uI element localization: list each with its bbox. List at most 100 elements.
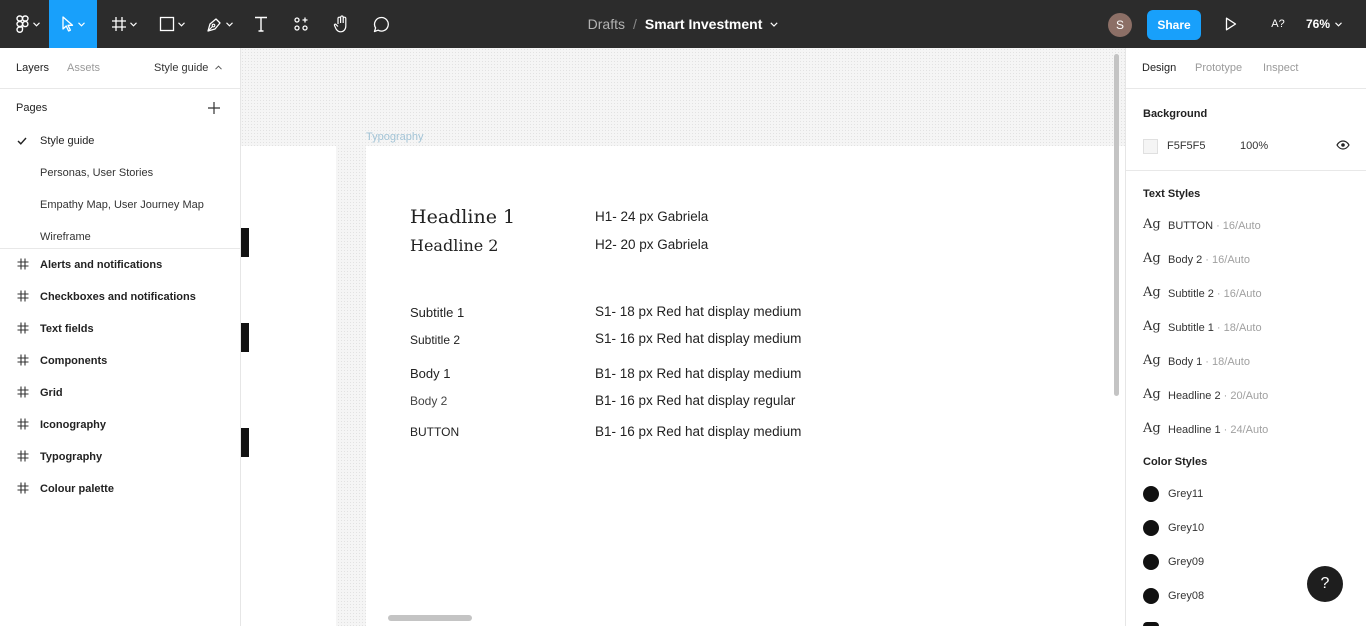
tab-inspect[interactable]: Inspect xyxy=(1263,62,1298,74)
frame-shape xyxy=(241,428,249,457)
text-style-name: Subtitle 1 xyxy=(1168,322,1214,334)
text-style-icon: Ag xyxy=(1143,285,1161,300)
right-panel: Design Prototype Inspect Background F5F5… xyxy=(1125,48,1366,626)
zoom-level: 76% xyxy=(1306,17,1331,31)
layer-label: Alerts and notifications xyxy=(40,259,163,271)
color-swatch xyxy=(1143,486,1159,502)
frame-partial[interactable] xyxy=(241,146,336,626)
tab-assets[interactable]: Assets xyxy=(67,62,100,74)
button-sample: BUTTON xyxy=(410,425,460,439)
color-style-name: Grey09 xyxy=(1168,556,1205,568)
text-style-icon: Ag xyxy=(1143,251,1161,266)
tab-prototype[interactable]: Prototype xyxy=(1195,62,1242,74)
help-button[interactable]: ? xyxy=(1307,566,1343,602)
subtitle-1-sample: Subtitle 1 xyxy=(410,305,465,320)
background-opacity[interactable]: 100% xyxy=(1240,140,1268,152)
horizontal-scrollbar[interactable] xyxy=(388,615,472,621)
frame-label[interactable]: Typography xyxy=(366,131,423,143)
text-style-name: BUTTON xyxy=(1168,220,1214,232)
layer-item[interactable]: Grid xyxy=(0,377,240,409)
frame-icon xyxy=(17,482,29,494)
frame-icon xyxy=(17,290,29,302)
page-item-wireframe[interactable]: Wireframe xyxy=(40,231,91,243)
background-title: Background xyxy=(1143,108,1208,120)
vertical-scrollbar[interactable] xyxy=(1114,54,1119,396)
color-style-name: Grey08 xyxy=(1168,590,1205,602)
headline-1-sample: Headline 1 xyxy=(410,206,516,228)
present-button[interactable] xyxy=(1218,0,1244,48)
divider xyxy=(1126,170,1366,171)
frame-icon xyxy=(17,354,29,366)
share-button[interactable]: Share xyxy=(1147,10,1201,40)
layer-label: Text fields xyxy=(40,323,94,335)
add-page-icon[interactable] xyxy=(206,100,222,116)
text-style-meta: · 16/Auto xyxy=(1213,220,1261,232)
background-swatch[interactable] xyxy=(1143,139,1158,154)
layer-item[interactable]: Iconography xyxy=(0,409,240,441)
accessibility-button[interactable]: A? xyxy=(1262,0,1294,48)
layer-item[interactable]: Components xyxy=(0,345,240,377)
layer-item[interactable]: Checkboxes and notifications xyxy=(0,281,240,313)
layer-item[interactable]: Alerts and notifications xyxy=(0,249,240,281)
page-item-personas[interactable]: Personas, User Stories xyxy=(40,167,153,179)
chevron-down-icon[interactable] xyxy=(770,21,778,27)
color-swatch xyxy=(1143,588,1159,604)
layer-item[interactable]: Typography xyxy=(0,441,240,473)
chevron-down-icon xyxy=(1335,21,1342,27)
subtitle-1-spec: S1- 18 px Red hat display medium xyxy=(595,304,802,319)
color-style-name: Grey10 xyxy=(1168,522,1205,534)
text-style-name: Subtitle 2 xyxy=(1168,288,1214,300)
color-style-name: Grey11 xyxy=(1168,488,1204,500)
headline-1-spec: H1- 24 px Gabriela xyxy=(595,209,709,224)
frame-icon xyxy=(17,258,29,270)
left-panel: Layers Assets Style guide Pages Style gu… xyxy=(0,48,241,626)
layer-label: Checkboxes and notifications xyxy=(40,291,196,303)
body-2-spec: B1- 16 px Red hat display regular xyxy=(595,393,796,408)
check-icon xyxy=(17,137,27,145)
breadcrumb-drafts-link[interactable]: Drafts xyxy=(588,16,625,32)
pages-title: Pages xyxy=(16,102,48,114)
text-style-icon: Ag xyxy=(1143,387,1161,402)
color-swatch xyxy=(1143,622,1159,626)
headline-2-sample: Headline 2 xyxy=(410,236,499,255)
body-1-spec: B1- 18 px Red hat display medium xyxy=(595,366,802,381)
text-style-icon: Ag xyxy=(1143,353,1161,368)
frame-shape xyxy=(241,228,249,257)
text-style-meta: · 24/Auto xyxy=(1220,424,1269,436)
color-styles-title: Color Styles xyxy=(1143,456,1208,468)
page-menu-label: Style guide xyxy=(154,62,209,74)
layer-label: Components xyxy=(40,355,108,367)
avatar[interactable]: S xyxy=(1108,13,1132,37)
text-style-meta: · 16/Auto xyxy=(1213,288,1262,300)
chevron-up-icon xyxy=(214,65,222,70)
tab-layers[interactable]: Layers xyxy=(16,62,49,74)
file-name[interactable]: Smart Investment xyxy=(645,16,762,32)
text-style-icon: Ag xyxy=(1143,217,1161,232)
color-swatch xyxy=(1143,520,1159,536)
breadcrumb-separator: / xyxy=(632,16,637,32)
zoom-menu[interactable]: 76% xyxy=(1306,0,1360,48)
frame-icon xyxy=(17,450,29,462)
layer-item[interactable]: Colour palette xyxy=(0,473,240,505)
page-menu[interactable]: Style guide xyxy=(154,62,222,74)
eye-icon[interactable] xyxy=(1336,140,1350,150)
body-1-sample: Body 1 xyxy=(410,366,451,381)
subtitle-2-spec: S1- 16 px Red hat display medium xyxy=(595,331,802,346)
frame-icon xyxy=(17,386,29,398)
tab-design[interactable]: Design xyxy=(1142,62,1176,74)
page-item-empathy-map[interactable]: Empathy Map, User Journey Map xyxy=(40,199,204,211)
layer-label: Colour palette xyxy=(40,483,114,495)
layer-label: Iconography xyxy=(40,419,107,431)
layer-label: Grid xyxy=(40,387,63,399)
background-hex[interactable]: F5F5F5 xyxy=(1167,140,1206,152)
button-spec: B1- 16 px Red hat display medium xyxy=(595,424,802,439)
divider xyxy=(0,88,240,89)
canvas[interactable]: Typography Headline 1 H1- 24 px Gabriela… xyxy=(241,48,1126,626)
text-style-name: Body 2 xyxy=(1168,254,1203,266)
play-icon xyxy=(1225,17,1237,31)
text-style-icon: Ag xyxy=(1143,319,1161,334)
text-styles-title: Text Styles xyxy=(1143,188,1201,200)
text-style-name: Body 1 xyxy=(1168,356,1203,368)
layer-item[interactable]: Text fields xyxy=(0,313,240,345)
page-item-style-guide[interactable]: Style guide xyxy=(40,135,94,147)
